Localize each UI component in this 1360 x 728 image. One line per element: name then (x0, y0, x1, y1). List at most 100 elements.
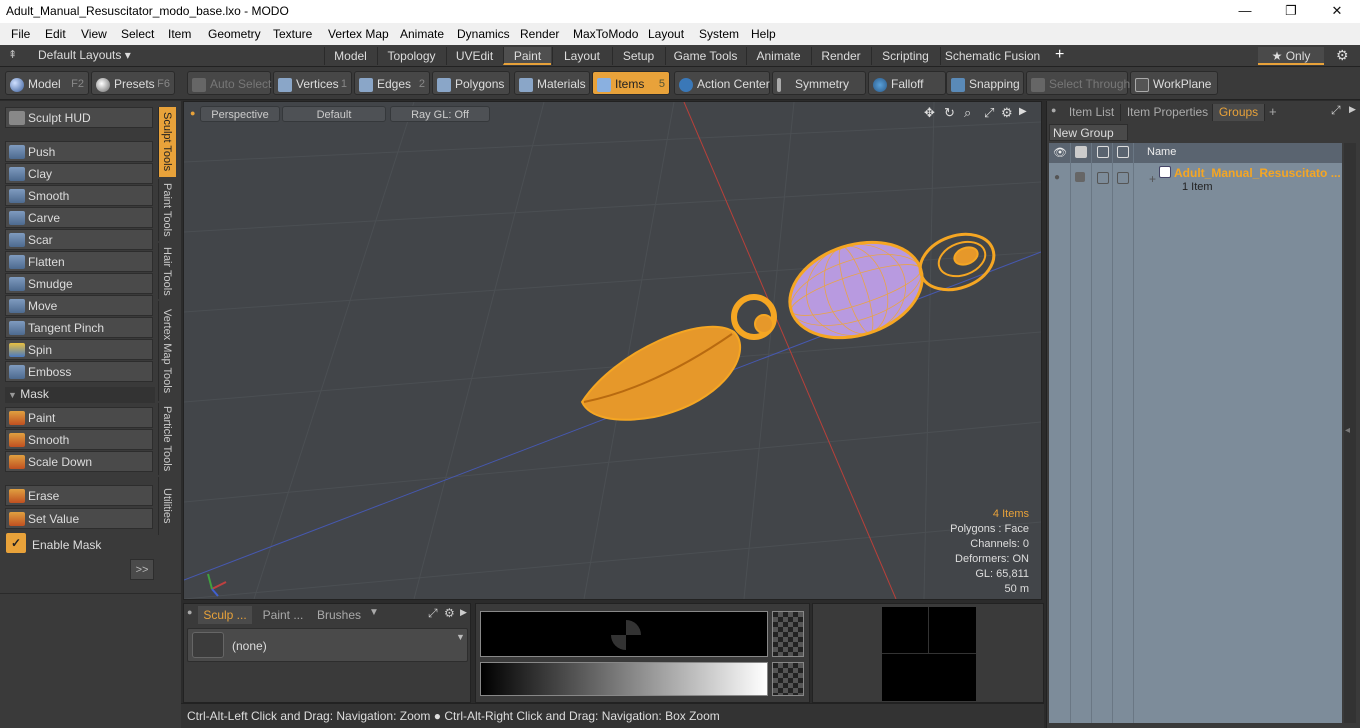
right-panel-dot-icon[interactable]: ● (1051, 105, 1056, 115)
value-gradient[interactable] (480, 662, 768, 696)
visibility-column-icon[interactable]: 👁 (1053, 146, 1067, 159)
panel-gear-icon[interactable]: ⚙ (444, 606, 455, 620)
sculpt-hud-button[interactable]: Sculpt HUD (5, 107, 153, 128)
symmetry-button[interactable]: Symmetry (772, 71, 866, 95)
edges-button[interactable]: Edges 2 (354, 71, 430, 95)
tool-smudge[interactable]: Smudge (5, 273, 153, 294)
menu-texture[interactable]: Texture (273, 27, 312, 41)
vertices-button[interactable]: Vertices 1 (273, 71, 352, 95)
layout-collapse-icon[interactable]: ⇞ (8, 48, 17, 61)
menu-geometry[interactable]: Geometry (208, 27, 261, 41)
vtab-particle-tools[interactable]: Particle Tools (158, 403, 176, 475)
menu-edit[interactable]: Edit (45, 27, 66, 41)
maximize-viewport-icon[interactable]: ⤢ (984, 105, 994, 121)
tab-model[interactable]: Model (324, 47, 376, 65)
select-toggle[interactable] (1117, 172, 1129, 184)
brush-selector[interactable]: (none) ▼ (187, 628, 468, 662)
scroll-handle-icon[interactable]: ◂ (1345, 425, 1350, 436)
rotate-icon[interactable]: ↻ (944, 105, 955, 121)
menu-system[interactable]: System (699, 27, 739, 41)
tab-layout[interactable]: Layout (552, 47, 611, 65)
tool-clay[interactable]: Clay (5, 163, 153, 184)
viewport-gear-icon[interactable]: ⚙ (1001, 105, 1013, 121)
close-button[interactable]: ✕ (1314, 0, 1360, 23)
tool-carve[interactable]: Carve (5, 207, 153, 228)
tool-flatten[interactable]: Flatten (5, 251, 153, 272)
right-arrow-icon[interactable]: ▶ (1349, 104, 1356, 115)
falloff-button[interactable]: Falloff (868, 71, 946, 95)
right-maximize-icon[interactable]: ⤢ (1331, 103, 1341, 118)
presets-button[interactable]: Presets F6 (91, 71, 175, 95)
tab-brushes[interactable]: Brushes (314, 606, 364, 624)
mask-paint[interactable]: Paint (5, 407, 153, 428)
tabs-dropdown-icon[interactable]: ▼ (369, 607, 379, 618)
tool-emboss[interactable]: Emboss (5, 361, 153, 382)
vtab-paint-tools[interactable]: Paint Tools (158, 179, 176, 241)
menu-layout[interactable]: Layout (648, 27, 684, 41)
menu-vertex-map[interactable]: Vertex Map (328, 27, 389, 41)
menu-maxtomodo[interactable]: MaxToModo (573, 27, 638, 41)
eye-icon[interactable]: ● (1054, 172, 1060, 183)
lock-column-icon[interactable] (1097, 146, 1109, 158)
menu-select[interactable]: Select (121, 27, 154, 41)
menu-render[interactable]: Render (520, 27, 559, 41)
render-column-icon[interactable] (1075, 146, 1087, 158)
color-preview[interactable] (480, 611, 768, 657)
tab-scripting[interactable]: Scripting (871, 47, 939, 65)
tab-sculpt[interactable]: Sculp ... (198, 606, 252, 624)
tool-scar[interactable]: Scar (5, 229, 153, 250)
mask-scale-down[interactable]: Scale Down (5, 451, 153, 472)
enable-mask-checkbox[interactable]: ✓ (6, 533, 26, 553)
tab-game-tools[interactable]: Game Tools (665, 47, 745, 65)
vtab-sculpt-tools[interactable]: Sculpt Tools (158, 107, 176, 177)
maximize-button[interactable]: ❐ (1268, 0, 1314, 23)
tool-move[interactable]: Move (5, 295, 153, 316)
expand-icon[interactable]: + (1149, 172, 1156, 186)
panel-arrow-icon[interactable]: ▶ (460, 607, 467, 618)
resuscitator-model[interactable] (580, 225, 1002, 421)
viewport-expand-arrow-icon[interactable]: ▶ (1019, 106, 1027, 117)
menu-animate[interactable]: Animate (400, 27, 444, 41)
tab-schematic-fusion[interactable]: Schematic Fusion (940, 47, 1044, 65)
vtab-utilities[interactable]: Utilities (158, 477, 176, 535)
add-tab-icon[interactable]: + (1269, 104, 1277, 119)
tab-groups[interactable]: Groups (1213, 104, 1265, 121)
group-row[interactable]: ● + Adult_Manual_Resuscitato ... 1 Item (1049, 163, 1342, 197)
shading-dropdown[interactable]: Default (282, 106, 386, 122)
3d-viewport[interactable]: ● Perspective Default Ray GL: Off ✥ ↻ ⌕ … (183, 101, 1042, 600)
snapping-button[interactable]: Snapping (946, 71, 1024, 95)
polygons-button[interactable]: Polygons (432, 71, 510, 95)
gear-icon[interactable]: ⚙ (1336, 47, 1349, 64)
raygl-dropdown[interactable]: Ray GL: Off (390, 106, 490, 122)
zoom-icon[interactable]: ⌕ (964, 105, 971, 121)
menu-item[interactable]: Item (168, 27, 191, 41)
tab-item-properties[interactable]: Item Properties (1123, 104, 1213, 121)
workplane-button[interactable]: WorkPlane (1130, 71, 1218, 95)
minimize-button[interactable]: — (1222, 0, 1268, 23)
tab-setup[interactable]: Setup (612, 47, 664, 65)
mask-set-value[interactable]: Set Value (5, 508, 153, 529)
viewport-menu-dot-icon[interactable]: ● (190, 108, 195, 118)
alpha-gradient-swatch[interactable] (772, 662, 804, 696)
panel-menu-dot-icon[interactable]: ● (187, 607, 192, 617)
tab-item-list[interactable]: Item List (1063, 104, 1121, 121)
tab-paint[interactable]: Paint ... (256, 606, 310, 624)
auto-select-button[interactable]: Auto Select (187, 71, 271, 95)
only-button[interactable]: ★ Only (1258, 47, 1324, 65)
scrollbar[interactable]: ◂ (1344, 143, 1356, 723)
add-tab-button[interactable]: + (1055, 46, 1064, 64)
menu-view[interactable]: View (81, 27, 107, 41)
layout-preset-dropdown[interactable]: Default Layouts ▾ (38, 48, 131, 62)
more-button[interactable]: >> (130, 559, 154, 580)
materials-button[interactable]: Materials (514, 71, 590, 95)
panel-maximize-icon[interactable]: ⤢ (428, 606, 438, 621)
vtab-vertex-map-tools[interactable]: Vertex Map Tools (158, 301, 176, 401)
model-button[interactable]: Model F2 (5, 71, 89, 95)
tab-uvedit[interactable]: UVEdit (446, 47, 502, 65)
tool-push[interactable]: Push (5, 141, 153, 162)
menu-file[interactable]: File (11, 27, 30, 41)
render-toggle-icon[interactable] (1075, 172, 1085, 182)
pan-icon[interactable]: ✥ (924, 105, 935, 121)
tab-animate[interactable]: Animate (746, 47, 810, 65)
items-button[interactable]: Items 5 (592, 71, 670, 95)
